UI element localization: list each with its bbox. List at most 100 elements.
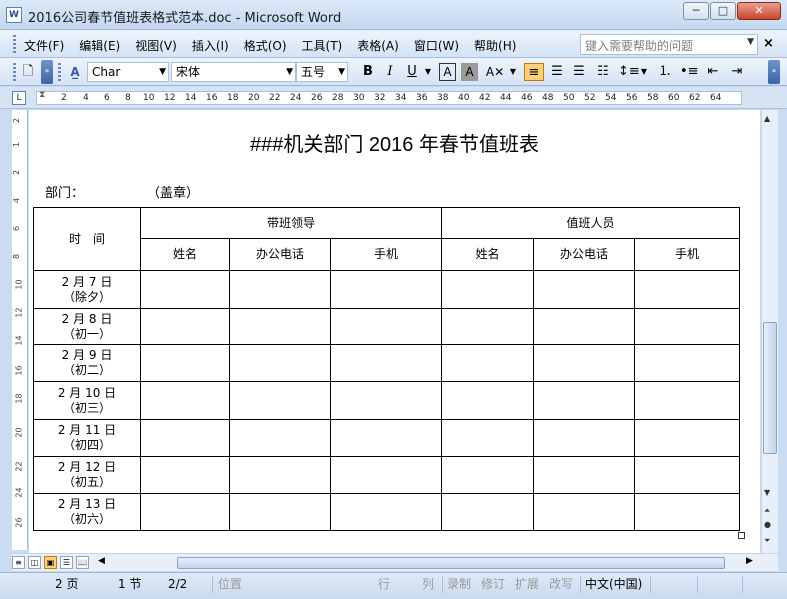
font-select[interactable]: 宋体 ▼: [171, 62, 296, 82]
table-cell[interactable]: [330, 456, 442, 494]
table-cell[interactable]: [533, 308, 635, 345]
style-select[interactable]: Char ▼: [87, 62, 169, 82]
vertical-scroll-thumb[interactable]: [763, 322, 777, 454]
scroll-down-icon[interactable]: ▼: [764, 488, 770, 497]
menu-window[interactable]: 窗口(W): [414, 37, 459, 54]
toolbar-options-chevron-icon[interactable]: »: [41, 60, 53, 84]
center-align-icon[interactable]: ☰: [548, 63, 566, 81]
table-cell[interactable]: [229, 493, 331, 531]
horizontal-scroll-thumb[interactable]: [177, 557, 725, 569]
close-button[interactable]: ✕: [737, 2, 781, 20]
table-cell[interactable]: [634, 308, 740, 345]
table-cell[interactable]: [441, 493, 534, 531]
table-cell[interactable]: [533, 381, 635, 420]
table-cell[interactable]: [229, 419, 331, 457]
menu-insert[interactable]: 插入(I): [192, 37, 229, 54]
table-cell[interactable]: [140, 456, 230, 494]
character-shading-icon[interactable]: A: [461, 63, 478, 81]
browse-object-icon[interactable]: ●: [764, 520, 771, 529]
table-cell[interactable]: [533, 493, 635, 531]
status-overtype[interactable]: 改写: [549, 576, 573, 593]
previous-page-icon[interactable]: ⏶: [764, 506, 770, 516]
table-cell[interactable]: [140, 493, 230, 531]
scroll-up-icon[interactable]: ▲: [764, 114, 770, 123]
status-language[interactable]: 中文(中国): [585, 576, 642, 593]
menu-tools[interactable]: 工具(T): [302, 37, 343, 54]
menu-grip-handle[interactable]: [13, 35, 16, 53]
chevron-down-icon[interactable]: ▼: [338, 64, 345, 80]
table-cell[interactable]: [229, 308, 331, 345]
date-cell[interactable]: 2 月 11 日（初四）: [33, 419, 141, 457]
table-cell[interactable]: [441, 419, 534, 457]
table-cell[interactable]: [229, 270, 331, 309]
vertical-ruler[interactable]: 2 1 2 4 6 8 10 12 14 16 18 20 22 24 26: [12, 110, 28, 550]
italic-button[interactable]: I: [382, 63, 398, 81]
duty-roster-table[interactable]: 时 间 带班领导 值班人员 姓名 办公电话 手机 姓名 办公电话 手机 2 月 …: [33, 207, 740, 531]
horizontal-ruler[interactable]: L 2 4 6 8 10 12 14 16 18 20 22 24 26 28 …: [0, 87, 787, 109]
reading-view-icon[interactable]: 📖: [76, 556, 89, 569]
numbering-icon[interactable]: ⒈: [656, 63, 674, 81]
chevron-down-icon[interactable]: ▼: [423, 63, 433, 81]
bullets-icon[interactable]: •≡: [680, 63, 699, 81]
web-view-icon[interactable]: ◫: [28, 556, 41, 569]
table-cell[interactable]: [330, 308, 442, 345]
increase-indent-icon[interactable]: ⇥: [728, 63, 746, 81]
table-cell[interactable]: [441, 344, 534, 382]
chevron-down-icon[interactable]: ▼: [159, 64, 166, 80]
minimize-button[interactable]: ─: [683, 2, 709, 20]
menu-edit[interactable]: 编辑(E): [79, 37, 120, 54]
date-cell[interactable]: 2 月 7 日（除夕）: [33, 270, 141, 309]
tab-selector[interactable]: L: [12, 91, 26, 105]
table-cell[interactable]: [634, 270, 740, 309]
ruler-strip[interactable]: 2 4 6 8 10 12 14 16 18 20 22 24 26 28 30…: [36, 91, 742, 105]
maximize-button[interactable]: □: [710, 2, 736, 20]
table-cell[interactable]: [330, 270, 442, 309]
vertical-scrollbar[interactable]: ▲ ▼ ⏶ ● ⏷: [761, 110, 778, 553]
toolbar-options-chevron-icon[interactable]: »: [768, 60, 780, 84]
table-cell[interactable]: [634, 344, 740, 382]
menu-view[interactable]: 视图(V): [135, 37, 177, 54]
justify-align-button[interactable]: ≡: [524, 63, 544, 81]
decrease-indent-icon[interactable]: ⇤: [704, 63, 722, 81]
table-cell[interactable]: [330, 381, 442, 420]
table-cell[interactable]: [441, 270, 534, 309]
table-cell[interactable]: [140, 344, 230, 382]
table-cell[interactable]: [634, 493, 740, 531]
distributed-align-icon[interactable]: ☷: [594, 63, 612, 81]
table-cell[interactable]: [229, 381, 331, 420]
toolbar2-grip-handle[interactable]: [58, 63, 61, 81]
date-cell[interactable]: 2 月 13 日（初六）: [33, 493, 141, 531]
date-cell[interactable]: 2 月 10 日（初三）: [33, 381, 141, 420]
status-extend[interactable]: 扩展: [515, 576, 539, 593]
scroll-right-icon[interactable]: ▶: [746, 556, 753, 566]
print-layout-view-icon[interactable]: ▣: [44, 556, 57, 569]
font-size-select[interactable]: 五号 ▼: [296, 62, 348, 82]
table-cell[interactable]: [229, 456, 331, 494]
table-cell[interactable]: [330, 344, 442, 382]
menu-format[interactable]: 格式(O): [244, 37, 287, 54]
indent-marker-icon[interactable]: ⧗: [39, 90, 45, 100]
menu-help[interactable]: 帮助(H): [474, 37, 516, 54]
scroll-left-icon[interactable]: ◀: [98, 556, 105, 566]
outline-view-icon[interactable]: ☰: [60, 556, 73, 569]
table-cell[interactable]: [140, 381, 230, 420]
table-cell[interactable]: [140, 419, 230, 457]
table-cell[interactable]: [330, 493, 442, 531]
menu-file[interactable]: 文件(F): [24, 37, 64, 54]
table-cell[interactable]: [140, 308, 230, 345]
status-record[interactable]: 录制: [447, 576, 471, 593]
table-cell[interactable]: [634, 381, 740, 420]
date-cell[interactable]: 2 月 9 日（初二）: [33, 344, 141, 382]
horizontal-scrollbar[interactable]: ≡ ◫ ▣ ☰ 📖 ◀ ▶: [12, 553, 778, 571]
chevron-down-icon[interactable]: ▼: [508, 63, 518, 81]
table-cell[interactable]: [330, 419, 442, 457]
table-cell[interactable]: [140, 270, 230, 309]
toolbar-grip-handle[interactable]: [13, 63, 16, 81]
table-cell[interactable]: [441, 456, 534, 494]
underline-button[interactable]: U: [404, 63, 420, 81]
next-page-icon[interactable]: ⏷: [764, 536, 770, 546]
status-track-changes[interactable]: 修订: [481, 576, 505, 593]
table-cell[interactable]: [533, 456, 635, 494]
normal-view-icon[interactable]: ≡: [12, 556, 25, 569]
new-document-icon[interactable]: 🗋: [20, 63, 36, 81]
